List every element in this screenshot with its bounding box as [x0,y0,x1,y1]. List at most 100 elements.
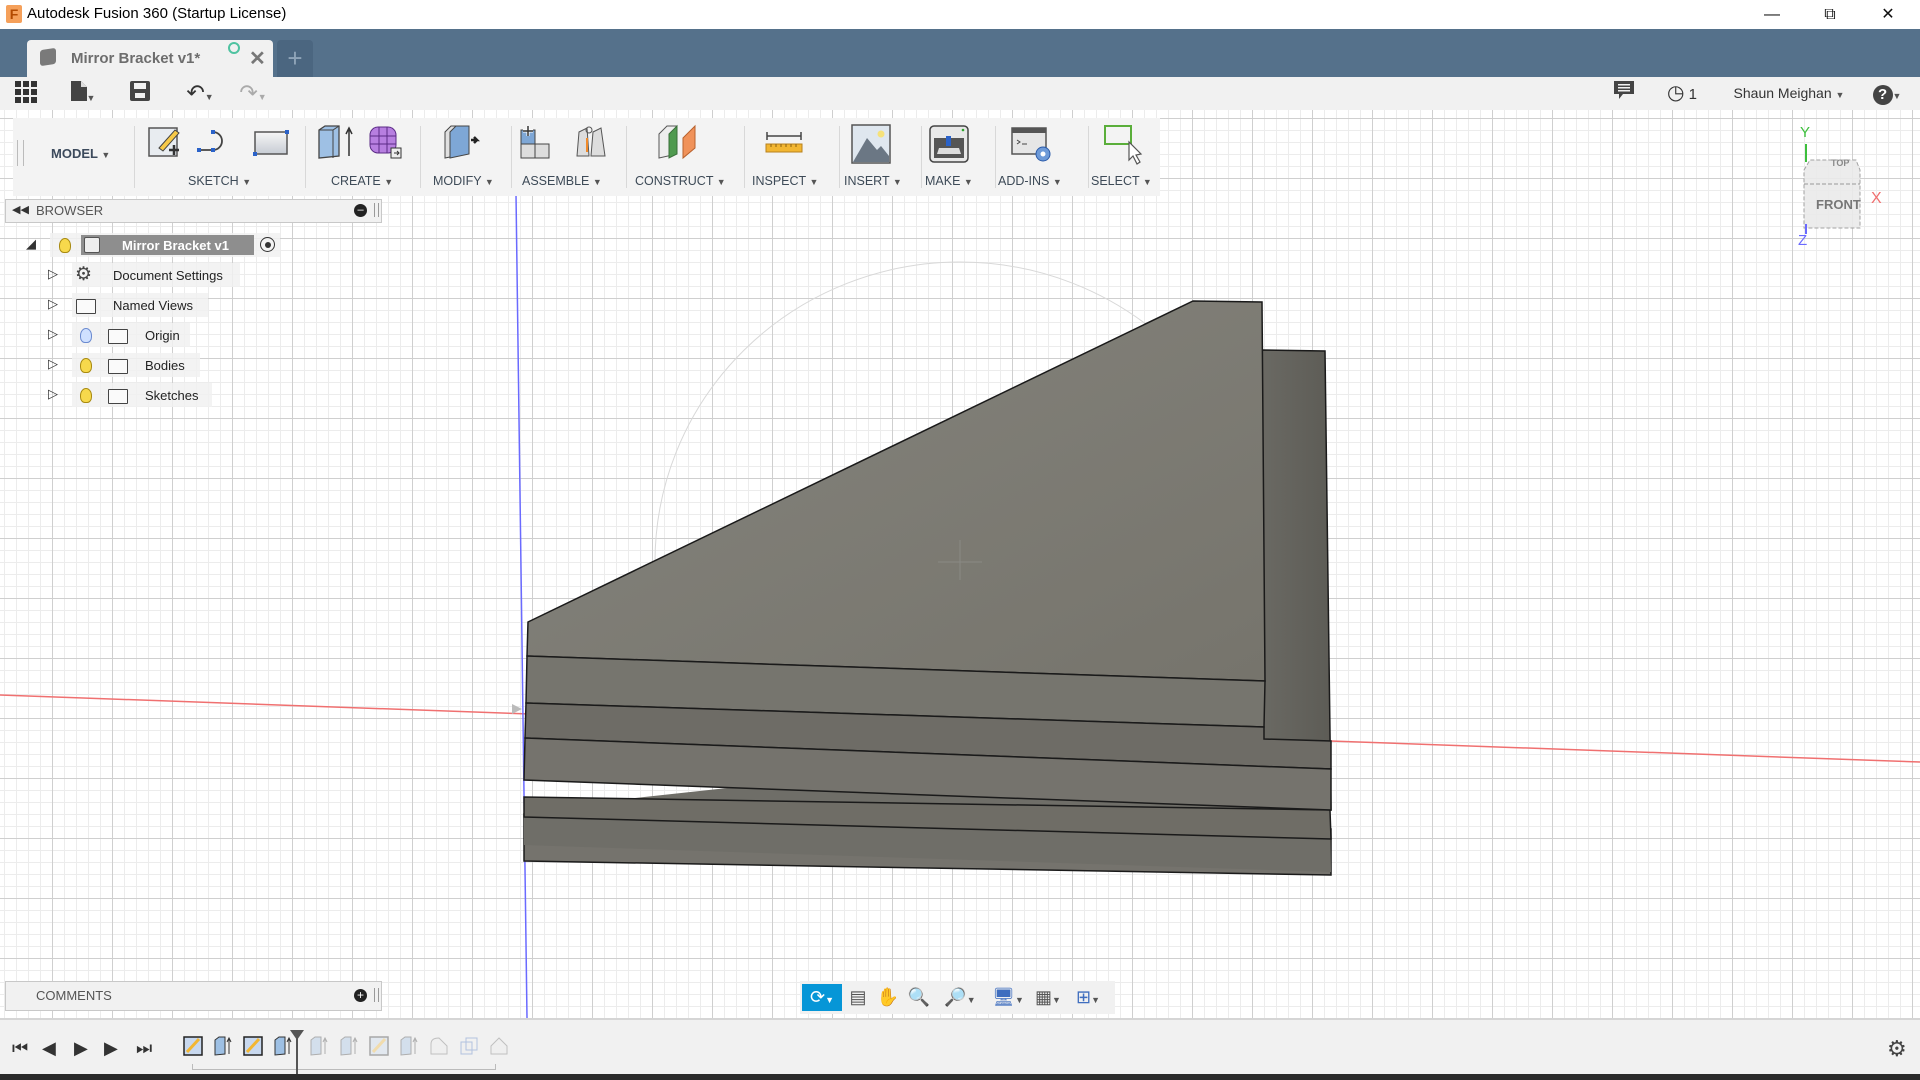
viewports-button[interactable]: ⊞▼ [1070,984,1106,1011]
timeline-feature-mirror[interactable] [459,1036,479,1058]
browser-root-item[interactable]: ◢ Mirror Bracket v1 [26,233,280,257]
form-icon[interactable] [367,124,403,160]
joint-icon[interactable] [573,124,609,160]
root-component-label: Mirror Bracket v1 [122,238,229,253]
make-menu[interactable]: MAKE ▼ [925,174,973,188]
sketch-menu[interactable]: SKETCH ▼ [188,174,251,188]
ribbon-separator [839,126,840,188]
new-component-icon[interactable] [519,124,555,160]
navigation-bar: ⟳▼ ▤ ✋ 🔍± 🔎▼ 🖥▼ ▦▼ ⊞▼ [800,981,1115,1034]
press-pull-icon[interactable] [441,124,481,160]
notifications-button[interactable] [1612,81,1636,105]
minimize-button[interactable]: — [1743,0,1801,29]
step-back-button[interactable]: ◀ [42,1038,56,1059]
rectangle-icon[interactable] [253,124,289,160]
step-forward-button[interactable]: ▶ [104,1038,118,1059]
line-arc-icon[interactable] [195,124,231,160]
scripts-addins-icon[interactable] [1011,124,1053,164]
view-cube-front-face[interactable]: FRONT [1816,197,1861,212]
collapse-triangle-icon[interactable]: ◢ [26,236,36,252]
create-menu[interactable]: CREATE ▼ [331,174,393,188]
data-panel-button[interactable] [14,81,38,105]
browser-minimize-button[interactable]: – [354,204,367,217]
3d-print-icon[interactable] [929,124,969,164]
offset-plane-icon[interactable] [655,124,699,160]
expand-triangle-icon[interactable]: ▷ [48,356,58,372]
user-menu-button[interactable]: Shaun Meighan ▼ [1733,81,1845,105]
job-status-button[interactable]: ◷ 1 [1662,81,1702,105]
create-sketch-icon[interactable] [147,124,183,160]
redo-button[interactable]: ↷▼ [233,81,273,105]
timeline-feature-fillet[interactable] [429,1036,449,1058]
browser-item-named-views[interactable]: ▷ Named Views [48,293,208,317]
help-button[interactable]: ? ▼ [1868,81,1906,105]
orbit-button[interactable]: ⟳▼ [802,984,842,1011]
restore-button[interactable]: ⧉ [1801,0,1859,29]
browser-item-document-settings[interactable]: ▷ ⚙ Document Settings [48,263,240,287]
collapse-panel-icon[interactable]: ◀◀ [12,203,29,216]
extrude-icon[interactable] [315,124,355,160]
comments-pin-handle[interactable] [374,988,379,1002]
grid-settings-button[interactable]: ▦▼ [1030,984,1066,1011]
timeline-feature-sketch[interactable] [243,1036,263,1058]
fit-button[interactable]: 🔎▼ [940,984,980,1011]
expand-triangle-icon[interactable]: ▷ [48,296,58,312]
timeline-settings-gear-icon[interactable]: ⚙ [1887,1036,1907,1062]
assemble-menu[interactable]: ASSEMBLE ▼ [522,174,602,188]
select-window-icon[interactable] [1103,124,1147,168]
zoom-button[interactable]: 🔍± [905,984,933,1034]
undo-button[interactable]: ↶▼ [180,81,220,105]
ribbon-grip-handle[interactable] [17,140,24,166]
new-tab-button[interactable]: + [277,40,313,77]
construct-menu[interactable]: CONSTRUCT ▼ [635,174,726,188]
timeline-feature-sketch[interactable] [183,1036,203,1058]
inspect-menu[interactable]: INSPECT ▼ [752,174,818,188]
add-comment-button[interactable]: + [354,989,367,1002]
file-menu-button[interactable]: ▼ [66,81,100,105]
timeline-feature-extrude[interactable] [273,1036,293,1058]
document-tab[interactable]: Mirror Bracket v1* ✕ [27,40,273,77]
visibility-bulb-icon[interactable] [80,358,92,373]
browser-item-sketches[interactable]: ▷ Sketches [48,383,212,407]
browser-item-origin[interactable]: ▷ Origin [48,323,190,347]
modify-menu[interactable]: MODIFY ▼ [433,174,494,188]
timeline-feature-extrude[interactable] [309,1036,329,1058]
timeline-feature-sketch[interactable] [369,1036,389,1058]
go-to-end-button[interactable]: ⏭ [136,1038,152,1059]
look-at-button[interactable]: ▤ [845,984,871,1011]
pan-hand-icon: ✋ [876,987,900,1007]
timeline-marker[interactable] [296,1036,298,1074]
expand-triangle-icon[interactable]: ▷ [48,386,58,402]
measure-icon[interactable] [763,124,805,160]
pan-button[interactable]: ✋ [875,984,901,1011]
browser-item-bodies[interactable]: ▷ Bodies [48,353,200,377]
view-cube[interactable]: TOP FRONT X Y Z [1798,124,1882,249]
close-tab-button[interactable]: ✕ [249,46,266,71]
add-ins-menu[interactable]: ADD-INS ▼ [998,174,1062,188]
save-button[interactable] [128,81,152,105]
timeline-feature-extrude[interactable] [399,1036,419,1058]
visibility-bulb-icon-off[interactable] [80,328,92,343]
ribbon-separator [305,126,306,188]
visibility-bulb-icon[interactable] [80,388,92,403]
folder-icon [76,299,96,314]
activate-radio-icon[interactable] [260,237,275,252]
workspace-switcher[interactable]: MODEL ▼ [51,146,110,161]
select-menu[interactable]: SELECT ▼ [1091,174,1152,188]
timeline-feature-extrude[interactable] [339,1036,359,1058]
timeline-feature-chamfer[interactable] [489,1036,509,1058]
close-window-button[interactable]: ✕ [1859,0,1917,29]
insert-menu[interactable]: INSERT ▼ [844,174,902,188]
display-settings-button[interactable]: 🖥▼ [990,984,1026,1011]
insert-image-icon[interactable] [851,124,891,164]
browser-pin-handle[interactable] [374,203,379,217]
expand-triangle-icon[interactable]: ▷ [48,326,58,342]
go-to-start-button[interactable]: ⏮ [12,1038,28,1059]
play-button[interactable]: ▶ [74,1038,88,1059]
browser-panel-header: ◀◀ BROWSER – [5,199,382,223]
visibility-bulb-icon[interactable] [59,238,71,253]
canvas-viewport[interactable] [0,110,1920,1018]
view-cube-top-face[interactable]: TOP [1831,158,1849,168]
expand-triangle-icon[interactable]: ▷ [48,266,58,282]
timeline-feature-extrude[interactable] [213,1036,233,1058]
